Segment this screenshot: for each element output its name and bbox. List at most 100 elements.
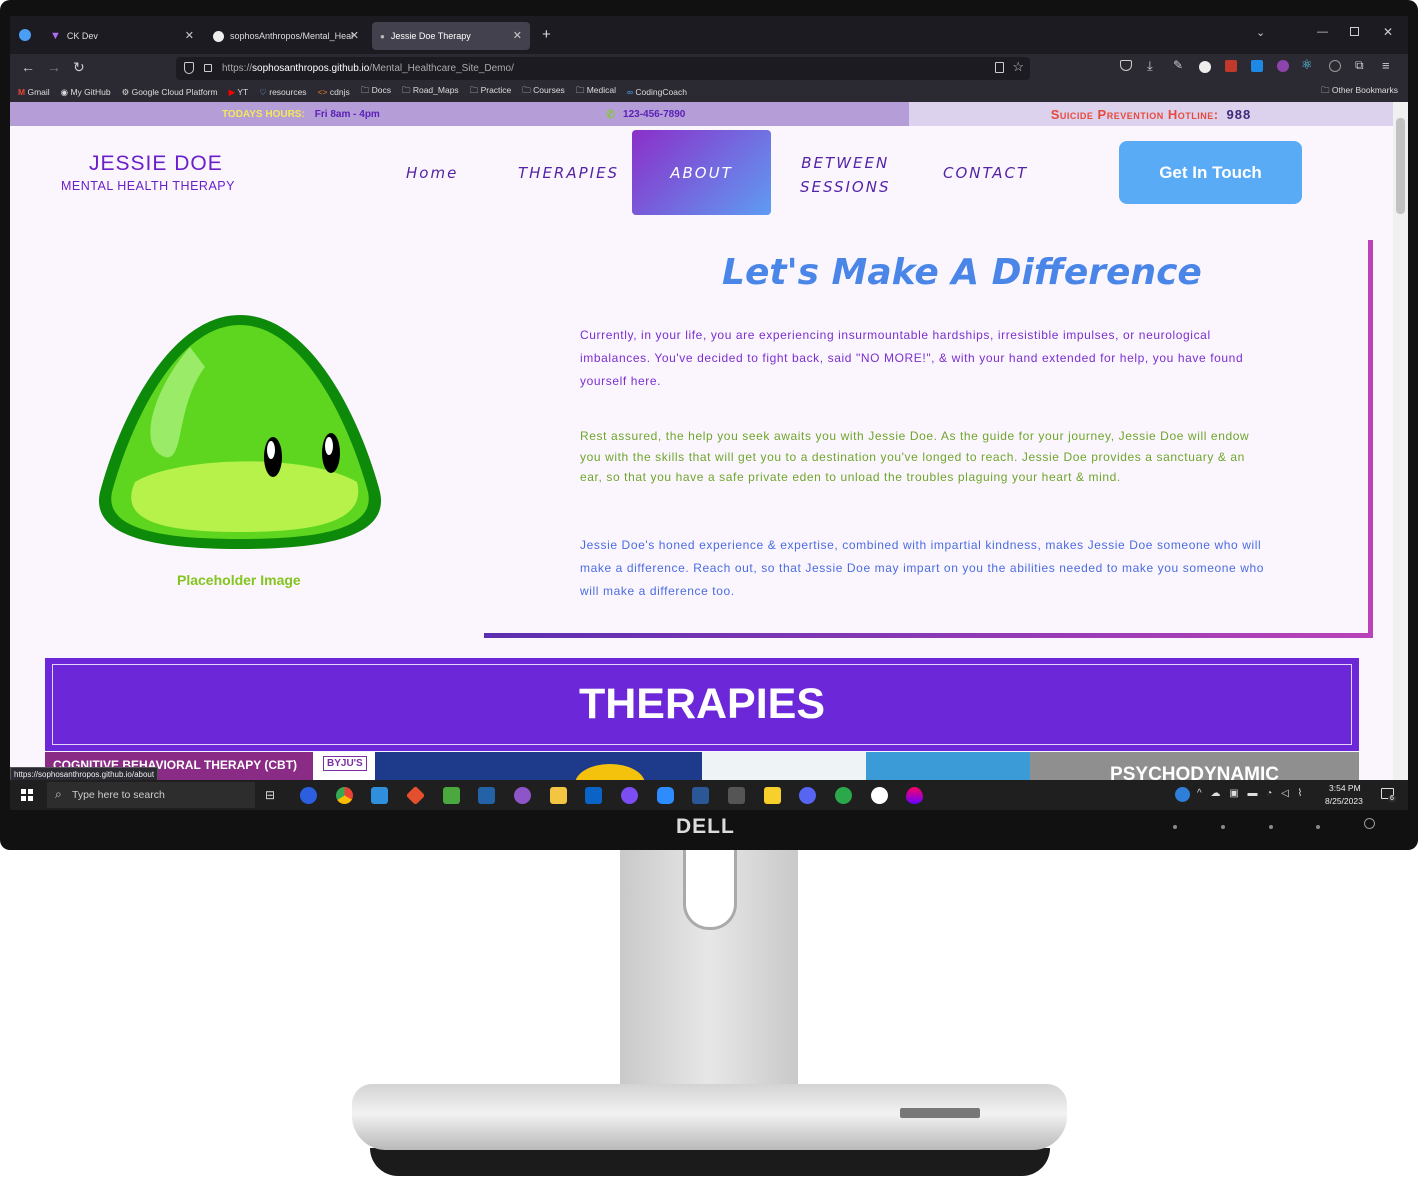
nav-between-line1: BETWEEN: [801, 154, 890, 172]
reader-view-icon[interactable]: [995, 62, 1004, 73]
heart-icon: ♡: [259, 86, 267, 97]
pocket-icon[interactable]: [1120, 60, 1132, 71]
search-placeholder: Type here to search: [72, 789, 165, 801]
tab-ck-dev[interactable]: ▼ CK Dev ✕: [42, 22, 202, 50]
nav-home[interactable]: Home: [406, 164, 458, 182]
close-icon[interactable]: ✕: [185, 29, 194, 42]
bookmark-docs[interactable]: 🗀 Docs: [361, 85, 391, 99]
calculator-icon[interactable]: [728, 787, 745, 804]
zoom-icon[interactable]: [657, 787, 674, 804]
therapy-card-4[interactable]: [866, 752, 1030, 780]
power-icon[interactable]: [1364, 818, 1375, 829]
downloads-icon[interactable]: ⤓: [1147, 58, 1153, 74]
lock-icon: [204, 64, 212, 72]
bookmark-gmail[interactable]: M Gmail: [18, 87, 50, 97]
extension-red-icon[interactable]: [1225, 60, 1237, 72]
about-headline: Let's Make A Difference: [722, 252, 1202, 293]
page-scrollbar[interactable]: [1393, 102, 1408, 780]
nav-contact[interactable]: CONTACT: [943, 164, 1028, 182]
reload-icon[interactable]: ↻: [73, 59, 85, 76]
bookmark-star-icon[interactable]: ☆: [1012, 59, 1024, 75]
extensions-icon[interactable]: ⧉: [1355, 58, 1364, 73]
new-tab-icon[interactable]: +: [542, 26, 551, 43]
nav-between-sessions[interactable]: BETWEEN SESSIONS: [800, 151, 890, 199]
back-icon[interactable]: ←: [21, 59, 35, 75]
git-icon[interactable]: [405, 785, 426, 806]
therapy-card-3[interactable]: [702, 752, 866, 780]
bookmark-codingcoach[interactable]: ∞ CodingCoach: [627, 87, 687, 97]
node-icon[interactable]: [443, 787, 460, 804]
bookmark-road-maps[interactable]: 🗀 Road_Maps: [402, 85, 459, 99]
react-devtools-icon[interactable]: ⚛: [1301, 57, 1313, 73]
system-tray-icons[interactable]: ^ ☁ ▣ ▬ ◔ ◁ ⌇: [1197, 788, 1305, 799]
extension-blue-icon[interactable]: [1251, 60, 1263, 72]
tab-github[interactable]: sophosAnthropos/Mental_Heal ✕: [205, 22, 367, 50]
monitor-button[interactable]: [1316, 825, 1320, 829]
app-green-icon[interactable]: [835, 787, 852, 804]
taskbar-search-input[interactable]: ⌕ Type here to search: [47, 782, 255, 808]
task-view-icon[interactable]: ⊟: [265, 788, 275, 802]
extension-k-icon[interactable]: [1199, 61, 1211, 73]
minimize-icon[interactable]: —: [1317, 26, 1328, 38]
monitor-button[interactable]: [1221, 825, 1225, 829]
forward-icon[interactable]: →: [47, 59, 61, 75]
github-desktop-icon[interactable]: [514, 787, 531, 804]
bookmark-yt[interactable]: ▶ YT: [229, 87, 249, 98]
help-icon[interactable]: [1175, 787, 1190, 802]
github-icon: [213, 30, 224, 42]
hours-label: TODAYS HOURS:: [222, 108, 305, 120]
discord-icon[interactable]: [799, 787, 816, 804]
close-window-icon[interactable]: ✕: [1383, 25, 1393, 39]
webex-icon[interactable]: [871, 787, 888, 804]
tab-jessie-doe[interactable]: ● Jessie Doe Therapy ✕: [372, 22, 530, 50]
get-in-touch-button[interactable]: Get In Touch: [1119, 141, 1302, 204]
bookmark-practice[interactable]: 🗀 Practice: [470, 85, 512, 99]
clock-time[interactable]: 3:54 PM: [1329, 783, 1361, 793]
brand-name[interactable]: JESSIE DOE: [89, 152, 223, 176]
therapy-card-2[interactable]: [375, 752, 702, 780]
nav-therapies[interactable]: THERAPIES: [518, 164, 619, 182]
monitor-button[interactable]: [1269, 825, 1273, 829]
bookmark-medical[interactable]: 🗀 Medical: [576, 85, 616, 99]
close-icon[interactable]: ✕: [513, 29, 522, 42]
cable-slot: [683, 850, 737, 930]
clock-date[interactable]: 8/25/2023: [1325, 796, 1363, 806]
url-domain: sophosanthropos.github.io: [252, 63, 370, 74]
other-bookmarks[interactable]: 🗀 Other Bookmarks: [1321, 85, 1398, 99]
url-bar[interactable]: https://sophosanthropos.github.io/Mental…: [176, 57, 1030, 80]
bookmark-cdnjs[interactable]: <> cdnjs: [318, 87, 350, 97]
chrome-icon[interactable]: [336, 787, 353, 804]
restore-icon[interactable]: [1350, 27, 1359, 36]
bookmark-github[interactable]: ◉ My GitHub: [61, 87, 111, 98]
check-icon[interactable]: [1329, 60, 1341, 72]
outlook-icon[interactable]: [585, 787, 602, 804]
nav-about[interactable]: ABOUT: [632, 130, 771, 215]
sticky-notes-icon[interactable]: [764, 787, 781, 804]
menu-icon[interactable]: ≡: [1382, 58, 1390, 73]
tools-icon[interactable]: ✎: [1173, 58, 1183, 72]
firefox-icon[interactable]: [300, 787, 317, 804]
scrollbar-thumb[interactable]: [1396, 118, 1405, 214]
bookmark-resources[interactable]: ♡ resources: [259, 87, 306, 98]
therapy-card-psychodynamic[interactable]: PSYCHODYNAMIC: [1030, 752, 1359, 780]
phone-number[interactable]: 123-456-7890: [623, 109, 685, 120]
gmail-icon: M: [18, 87, 26, 97]
powershell-icon[interactable]: [478, 787, 495, 804]
vscode-icon[interactable]: [371, 787, 388, 804]
firefox-view-icon[interactable]: [19, 29, 31, 41]
stand-base: [352, 1084, 1067, 1150]
windows-start-icon[interactable]: [21, 789, 33, 801]
hotline-number[interactable]: 988: [1227, 107, 1252, 122]
messenger-icon[interactable]: [621, 787, 638, 804]
monitor-bezel: ▼ CK Dev ✕ sophosAnthropos/Mental_Heal ✕…: [0, 0, 1418, 850]
list-tabs-icon[interactable]: ⌄: [1256, 26, 1265, 39]
monitor-button[interactable]: [1173, 825, 1177, 829]
byjus-badge: BYJU'S: [323, 756, 367, 771]
file-explorer-icon[interactable]: [550, 787, 567, 804]
bookmark-gcp[interactable]: ⚙ Google Cloud Platform: [122, 87, 218, 98]
bookmark-courses[interactable]: 🗀 Courses: [522, 85, 565, 99]
app-drop-icon[interactable]: [906, 787, 923, 804]
close-icon[interactable]: ✕: [350, 29, 359, 42]
extension-purple-icon[interactable]: [1277, 60, 1289, 72]
word-icon[interactable]: [692, 787, 709, 804]
